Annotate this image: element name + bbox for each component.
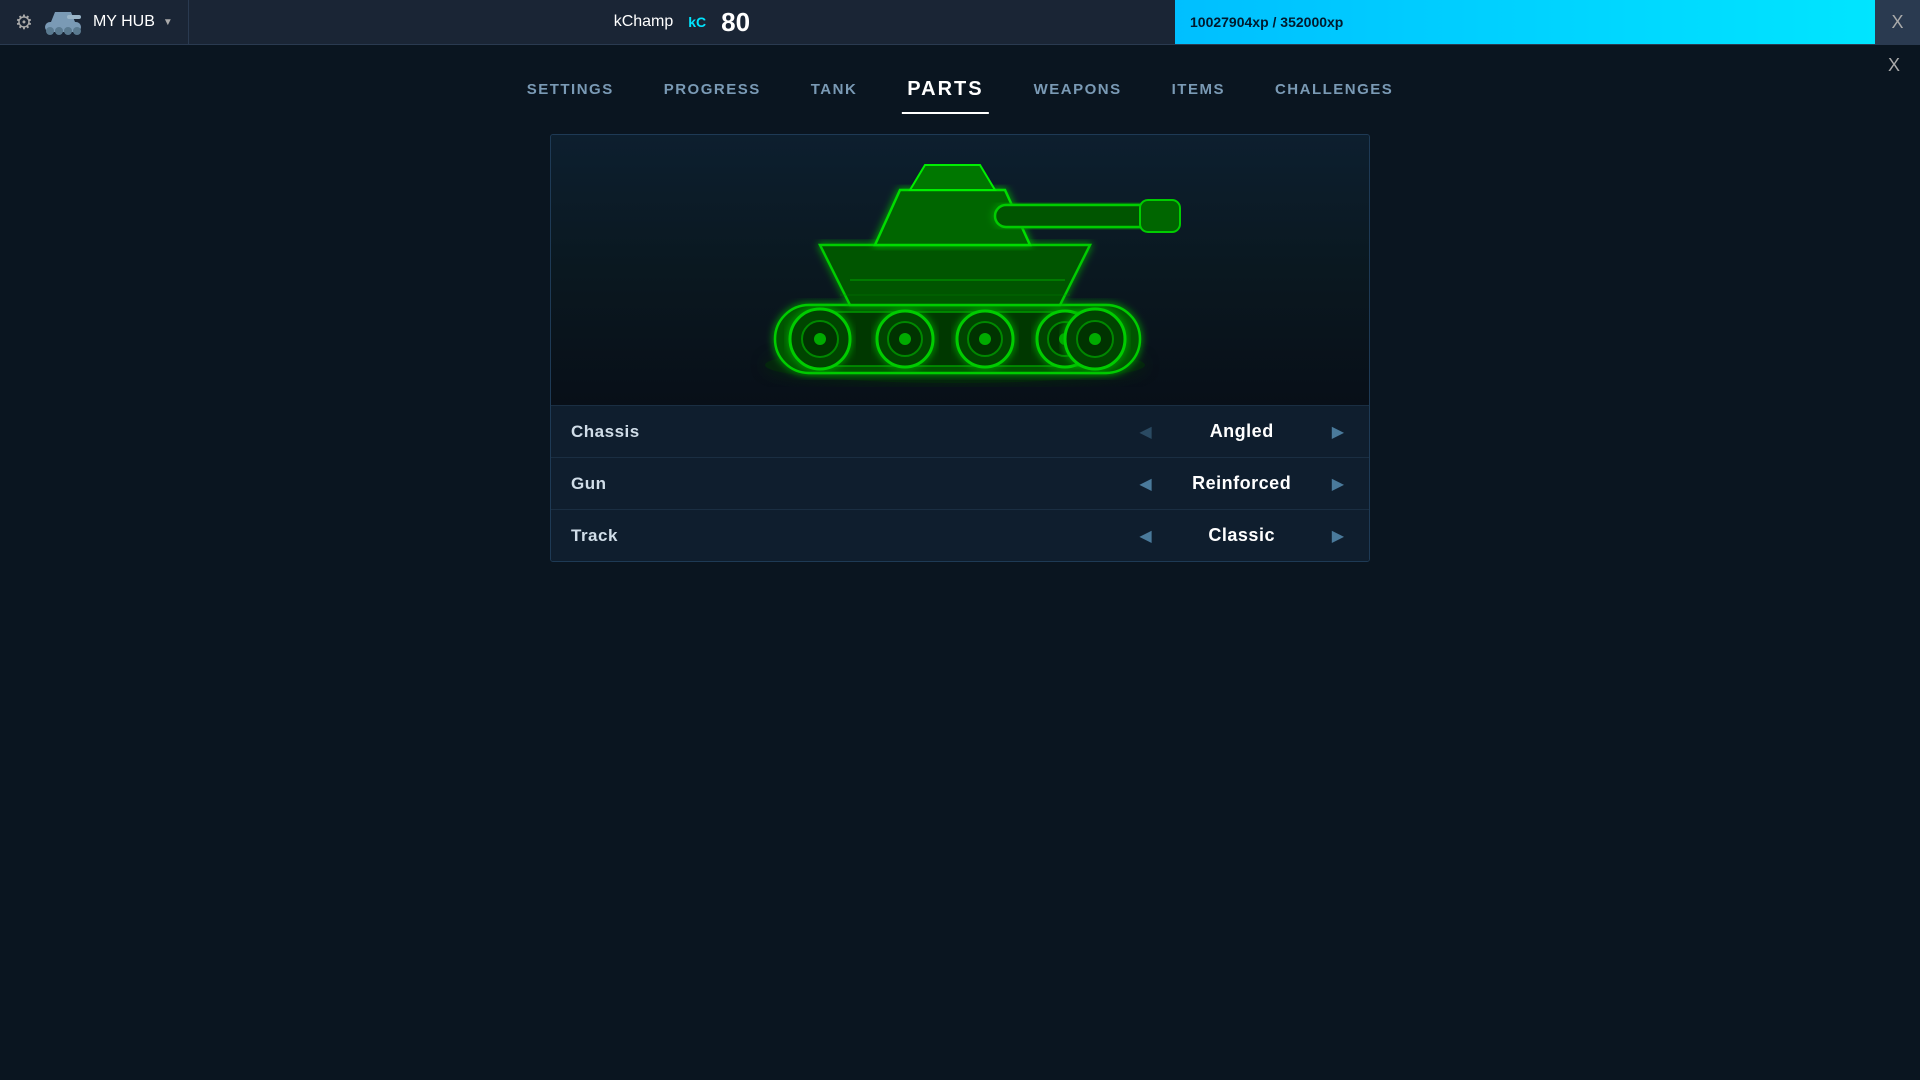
track-arrow-right[interactable]: ▶ bbox=[1327, 521, 1349, 551]
kc-badge: kC bbox=[688, 14, 706, 30]
track-row: Track ◀ Classic ▶ bbox=[551, 509, 1369, 561]
chassis-arrow-left[interactable]: ◀ bbox=[1134, 417, 1156, 447]
chassis-arrow-right[interactable]: ▶ bbox=[1327, 417, 1349, 447]
username-label: kChamp bbox=[614, 13, 674, 31]
track-value: Classic bbox=[1172, 525, 1312, 546]
chevron-down-icon[interactable]: ▼ bbox=[163, 17, 173, 28]
gun-value: Reinforced bbox=[1172, 473, 1312, 494]
topbar: ⚙ MY HUB ▼ kChamp kC 80 10027904xp / 352… bbox=[0, 0, 1920, 45]
gun-row: Gun ◀ Reinforced ▶ bbox=[551, 457, 1369, 509]
tank-icon-small bbox=[41, 8, 85, 36]
parts-panel: Chassis ◀ Angled ▶ Gun ◀ Reinforced ▶ Tr… bbox=[550, 134, 1370, 562]
chassis-label: Chassis bbox=[571, 422, 1134, 442]
xp-text: 10027904xp / 352000xp bbox=[1190, 14, 1343, 30]
nav-item-progress[interactable]: PROGRESS bbox=[659, 73, 766, 106]
hub-section[interactable]: ⚙ MY HUB ▼ bbox=[0, 0, 189, 44]
chassis-selector: ◀ Angled ▶ bbox=[1134, 417, 1349, 447]
center-info: kChamp kC 80 bbox=[189, 7, 1175, 38]
xp-bar: 10027904xp / 352000xp bbox=[1175, 0, 1875, 44]
gun-arrow-left[interactable]: ◀ bbox=[1134, 469, 1156, 499]
track-arrow-left[interactable]: ◀ bbox=[1134, 521, 1156, 551]
nav-item-items[interactable]: ITEMS bbox=[1167, 73, 1230, 106]
chassis-value: Angled bbox=[1172, 421, 1312, 442]
main-content: Chassis ◀ Angled ▶ Gun ◀ Reinforced ▶ Tr… bbox=[0, 134, 1920, 562]
nav-item-challenges[interactable]: CHALLENGES bbox=[1270, 73, 1398, 106]
main-nav: SETTINGS PROGRESS TANK PARTS WEAPONS ITE… bbox=[0, 45, 1920, 134]
gun-label: Gun bbox=[571, 474, 1134, 494]
gear-icon[interactable]: ⚙ bbox=[15, 10, 33, 35]
level-badge: 80 bbox=[721, 7, 750, 38]
chassis-row: Chassis ◀ Angled ▶ bbox=[551, 405, 1369, 457]
track-selector: ◀ Classic ▶ bbox=[1134, 521, 1349, 551]
close-top-button[interactable]: X bbox=[1875, 0, 1920, 45]
nav-item-settings[interactable]: SETTINGS bbox=[522, 73, 619, 106]
track-label: Track bbox=[571, 526, 1134, 546]
nav-item-tank[interactable]: TANK bbox=[806, 73, 863, 106]
parts-list: Chassis ◀ Angled ▶ Gun ◀ Reinforced ▶ Tr… bbox=[551, 405, 1369, 561]
hub-label: MY HUB bbox=[93, 13, 155, 31]
tank-display bbox=[551, 135, 1369, 405]
tank-image bbox=[720, 150, 1200, 390]
nav-item-parts[interactable]: PARTS bbox=[902, 70, 988, 109]
gun-selector: ◀ Reinforced ▶ bbox=[1134, 469, 1349, 499]
gun-arrow-right[interactable]: ▶ bbox=[1327, 469, 1349, 499]
nav-item-weapons[interactable]: WEAPONS bbox=[1029, 73, 1127, 106]
